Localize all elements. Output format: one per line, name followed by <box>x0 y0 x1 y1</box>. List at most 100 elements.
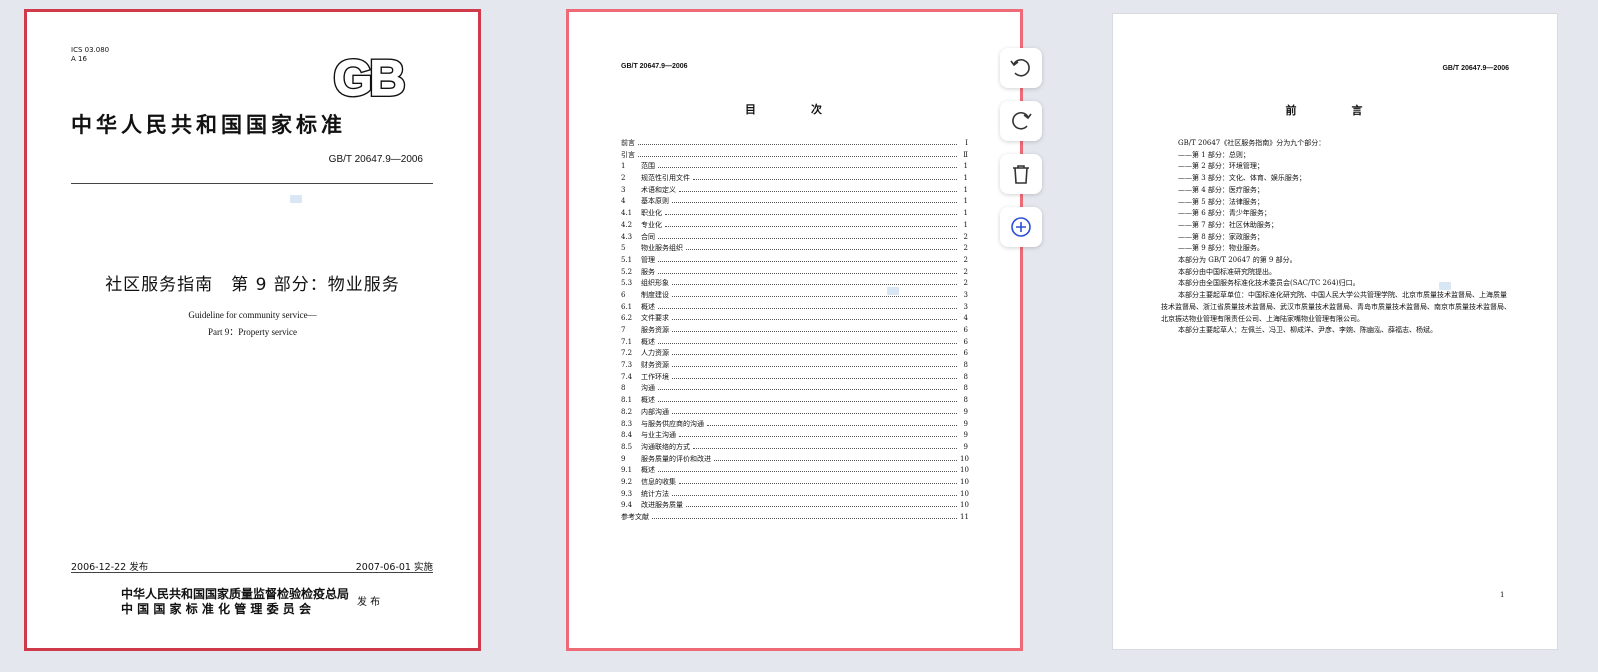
toc-entry-number: 6 <box>621 290 626 299</box>
part-list-item: ——第 3 部分：文化、体育、娱乐服务； <box>1178 174 1306 183</box>
preface-paragraph: 本部分由全国服务标准化技术委员会(SAC/TC 264)归口。 <box>1178 279 1360 288</box>
toc-entry-number: 参考文献 <box>621 513 649 521</box>
toc-entry-number: 7.1 <box>621 337 633 346</box>
toc-entry-page: 9 <box>963 419 968 428</box>
preface-paragraph: 本部分主要起草单位：中国标准化研究院、中国人民大学公共管理学院、北京市质量技术监… <box>1161 291 1511 323</box>
toc-entry-text: 沟通 <box>641 384 655 393</box>
divider <box>71 183 433 184</box>
toc-leader-dots <box>672 195 957 204</box>
page-thumbnail-3[interactable]: GB/T 20647.9—2006 前 言 GB/T 20647《社区服务指南》… <box>1112 13 1558 650</box>
toc-entry: 9.1 概述 10 <box>621 464 969 476</box>
plus-circle-icon <box>1011 217 1031 237</box>
rotate-right-icon <box>1012 111 1032 130</box>
insert-page-button[interactable] <box>1000 207 1042 247</box>
issue-label: 发 布 <box>357 597 381 608</box>
toc-entry-number: 8.4 <box>621 431 633 440</box>
toc-entry: 7.2 人力资源 6 <box>621 347 968 359</box>
toc-entry-page: 10 <box>960 489 969 498</box>
toc-entry-number: 4.3 <box>621 232 633 241</box>
preface-title: 前 言 <box>1285 104 1385 117</box>
toc-leader-dots <box>638 149 957 157</box>
toc-entry-number: 8.5 <box>621 442 633 451</box>
toc-leader-dots <box>693 172 957 181</box>
toc-leader-dots <box>658 336 957 344</box>
toc-entry-page: 2 <box>963 232 968 241</box>
toc-entry: 5.2 服务 2 <box>621 266 968 278</box>
toc-entry: 3 术语和定义 1 <box>621 184 968 196</box>
delete-page-button[interactable] <box>1000 154 1042 194</box>
toc-entry-page: Ⅰ <box>965 139 968 147</box>
toc-entry: 8.2 内部沟通 9 <box>621 406 968 418</box>
toc-entry-text: 概述 <box>641 396 655 405</box>
toc-entry-page: 2 <box>963 255 968 264</box>
toc-leader-dots <box>665 207 957 216</box>
ics-line: ICS 03.080 <box>71 46 110 54</box>
svg-text:GB: GB <box>334 52 404 100</box>
toc-leader-dots <box>658 266 957 274</box>
toc-entry-text: 职业化 <box>641 209 662 218</box>
toc-entry-text: 概述 <box>641 302 655 311</box>
toc-entry-number: 9.2 <box>621 477 633 486</box>
toc-entry: 前言 Ⅰ <box>621 137 968 149</box>
standard-number: GB/T 20647.9—2006 <box>328 154 423 165</box>
toc-entry-page: 8 <box>963 372 968 381</box>
part-list-item: ——第 2 部分：环境管理； <box>1178 162 1264 171</box>
toc-entry-page: 10 <box>960 466 969 475</box>
page-thumbnail-1[interactable]: ICS 03.080 A 16 GB GB 中华人民共和国国家标准 GB/T 2… <box>24 9 481 651</box>
toc-entry: 参考文献 11 <box>621 511 969 523</box>
toc-leader-dots <box>693 441 957 449</box>
english-title-line1: Guideline for community service— <box>188 310 317 320</box>
toc-entry-number: 8.3 <box>621 419 633 428</box>
toc-entry-text: 术语和定义 <box>641 185 676 194</box>
toc-leader-dots <box>672 488 957 496</box>
toc-entry-number: 1 <box>621 162 626 171</box>
parts-list: ——第 1 部分：总则； ——第 2 部分：环境管理； ——第 3 部分：文化、体育… <box>1161 150 1511 255</box>
toc-entry-number: 4.1 <box>621 209 633 218</box>
page-thumbnail-2[interactable]: GB/T 20647.9—2006 目 次 前言 Ⅰ 引言 Ⅱ 1 范围 1 2 规范性引用文件… <box>566 9 1023 651</box>
toc-entry-page: 1 <box>963 220 968 229</box>
running-header: GB/T 20647.9—2006 <box>1442 65 1509 72</box>
gb-logo: GB GB <box>332 52 409 100</box>
toc-entry-text: 文件要求 <box>641 314 669 323</box>
rotate-left-button[interactable] <box>1000 48 1042 88</box>
toc-entry-page: 6 <box>963 337 968 346</box>
toc-entry-number: 6.2 <box>621 314 633 323</box>
toc-entry-text: 内部沟通 <box>641 407 669 416</box>
toc-entry: 8.4 与业主沟通 9 <box>621 429 968 441</box>
toc-entry: 4.3 合同 2 <box>621 231 968 243</box>
toc-entry: 7 服务资源 6 <box>621 324 968 336</box>
toc-entry-text: 服务 <box>641 267 655 276</box>
toc-leader-dots <box>672 371 957 379</box>
table-of-contents: 前言 Ⅰ 引言 Ⅱ 1 范围 1 2 规范性引用文件 1 3 术语和定义 1 4 基本原则 1 4.1 职业化 1 4… <box>621 137 969 523</box>
toc-entry-text: 沟通联络的方式 <box>641 442 690 451</box>
toc-leader-dots <box>679 184 957 192</box>
toc-leader-dots <box>679 476 957 484</box>
part-list-item: ——第 7 部分：社区休助服务； <box>1178 220 1278 229</box>
english-title-line2: Part 9：Property service <box>208 327 297 337</box>
toc-leader-dots <box>658 464 957 473</box>
toc-entry-number: 9.4 <box>621 501 633 510</box>
toc-entry-number: 2 <box>621 174 626 183</box>
toc-entry-number: 4.2 <box>621 220 633 229</box>
page-number: 1 <box>1500 591 1505 599</box>
toc-entry: 6.1 概述 3 <box>621 301 968 313</box>
toc-leader-dots <box>658 254 957 262</box>
toc-leader-dots <box>707 418 957 426</box>
toc-entry-number: 5.3 <box>621 279 633 288</box>
toc-entry: 6 制度建设 3 <box>621 289 968 301</box>
toc-leader-dots <box>665 219 957 227</box>
toc-entry-text: 信息的收集 <box>641 477 676 486</box>
toc-entry: 9 服务质量的评价和改进 10 <box>621 453 969 465</box>
toc-entry-number: 8.2 <box>621 407 633 416</box>
toc-leader-dots <box>652 511 957 519</box>
toc-entry-page: 10 <box>960 501 969 510</box>
toc-entry-page: 3 <box>963 302 968 311</box>
toc-entry: 9.4 改进服务质量 10 <box>621 499 969 511</box>
toc-entry-text: 统计方法 <box>641 489 669 498</box>
toc-entry: 5 物业服务组织 2 <box>621 242 968 254</box>
toc-leader-dots <box>658 301 957 309</box>
toc-entry-page: 9 <box>963 431 968 440</box>
rotate-right-button[interactable] <box>1000 101 1042 141</box>
toc-entry: 5.3 组织形象 2 <box>621 277 968 289</box>
part-list-item: ——第 8 部分：家政服务； <box>1178 232 1264 241</box>
